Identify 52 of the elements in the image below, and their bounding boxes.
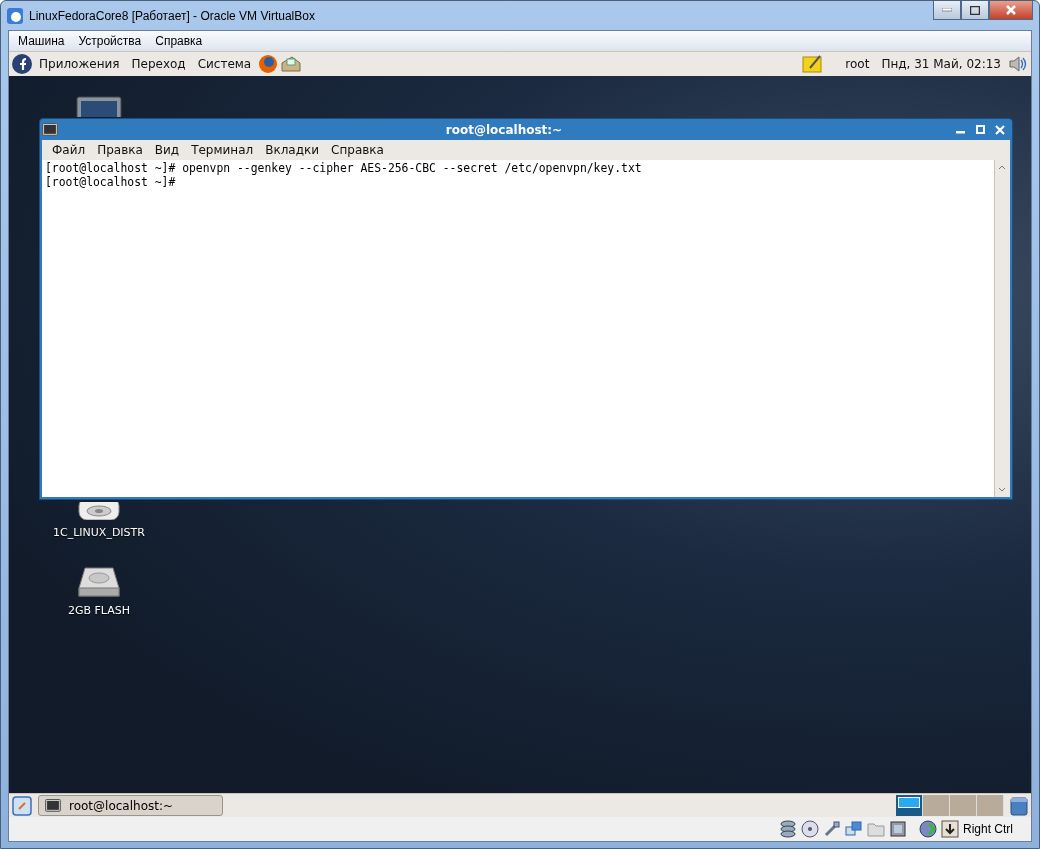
terminal-line: [root@localhost ~]# openvpn --genkey --cipher AES-256-CBC --secret /etc/openvpn/key.txt — [45, 161, 643, 175]
terminal-line: [root@localhost ~]# — [45, 175, 177, 189]
panel-menu[interactable]: Переход — [126, 57, 191, 71]
menu-item[interactable]: Вкладки — [259, 143, 326, 157]
host-key-label: Right Ctrl — [963, 822, 1013, 836]
close-icon — [995, 124, 1005, 135]
terminal-icon — [42, 123, 58, 136]
terminal-icon — [45, 799, 61, 812]
panel-menu[interactable]: Система — [192, 57, 257, 71]
maximize-icon — [975, 125, 985, 134]
fedora-logo-icon[interactable] — [12, 54, 32, 74]
scrollbar[interactable] — [994, 160, 1010, 497]
menu-item[interactable]: Машина — [11, 34, 72, 48]
panel-menu[interactable]: Приложения — [34, 57, 125, 71]
close-icon — [1006, 5, 1016, 15]
hard-drive-icon[interactable] — [77, 566, 121, 598]
menu-item[interactable]: Устройства — [71, 34, 149, 48]
network-icon[interactable] — [845, 820, 863, 838]
menu-item[interactable]: Справка — [325, 143, 390, 157]
workspace[interactable] — [896, 795, 923, 816]
disk-stack-icon[interactable] — [779, 820, 797, 838]
down-arrow-key-icon[interactable] — [941, 820, 959, 838]
maximize-icon — [970, 5, 980, 15]
trash-icon[interactable] — [1010, 795, 1028, 816]
maximize-button[interactable] — [961, 1, 989, 20]
clock[interactable]: Пнд, 31 Май, 02:13 — [876, 57, 1006, 71]
monitor-icon[interactable] — [75, 96, 123, 117]
menu-item[interactable]: Файл — [46, 143, 92, 157]
menu-item[interactable]: Терминал — [185, 143, 260, 157]
show-desktop-icon[interactable] — [12, 795, 32, 816]
speaker-icon[interactable] — [1008, 55, 1028, 73]
optical-disc-icon[interactable] — [801, 820, 819, 838]
close-button[interactable] — [989, 1, 1033, 20]
menu-item[interactable]: Вид — [148, 143, 186, 157]
usb-plug-icon[interactable] — [823, 820, 841, 838]
terminal-title: root@localhost:~ — [444, 122, 564, 137]
window-title: LinuxFedoraCore8 [Работает] - Oracle VM VirtualBox — [29, 8, 315, 23]
taskbar-button[interactable]: root@localhost:~ — [38, 795, 223, 816]
optical-drive-icon[interactable] — [77, 502, 121, 520]
minimize-icon — [942, 8, 952, 12]
chip-icon[interactable] — [889, 820, 907, 838]
icon-label: 1C_LINUX_DISTR — [53, 526, 145, 539]
icon-label: 2GB FLASH — [67, 604, 131, 617]
note-icon[interactable] — [802, 54, 825, 74]
mail-icon[interactable] — [280, 55, 303, 73]
globe-icon[interactable] — [919, 820, 937, 838]
user-name: root — [844, 57, 871, 71]
menu-item[interactable]: Правка — [91, 143, 149, 157]
app-icon — [7, 7, 23, 24]
minimize-button[interactable] — [933, 1, 961, 20]
browser-icon[interactable] — [258, 54, 279, 74]
menu-item[interactable]: Справка — [148, 34, 210, 48]
